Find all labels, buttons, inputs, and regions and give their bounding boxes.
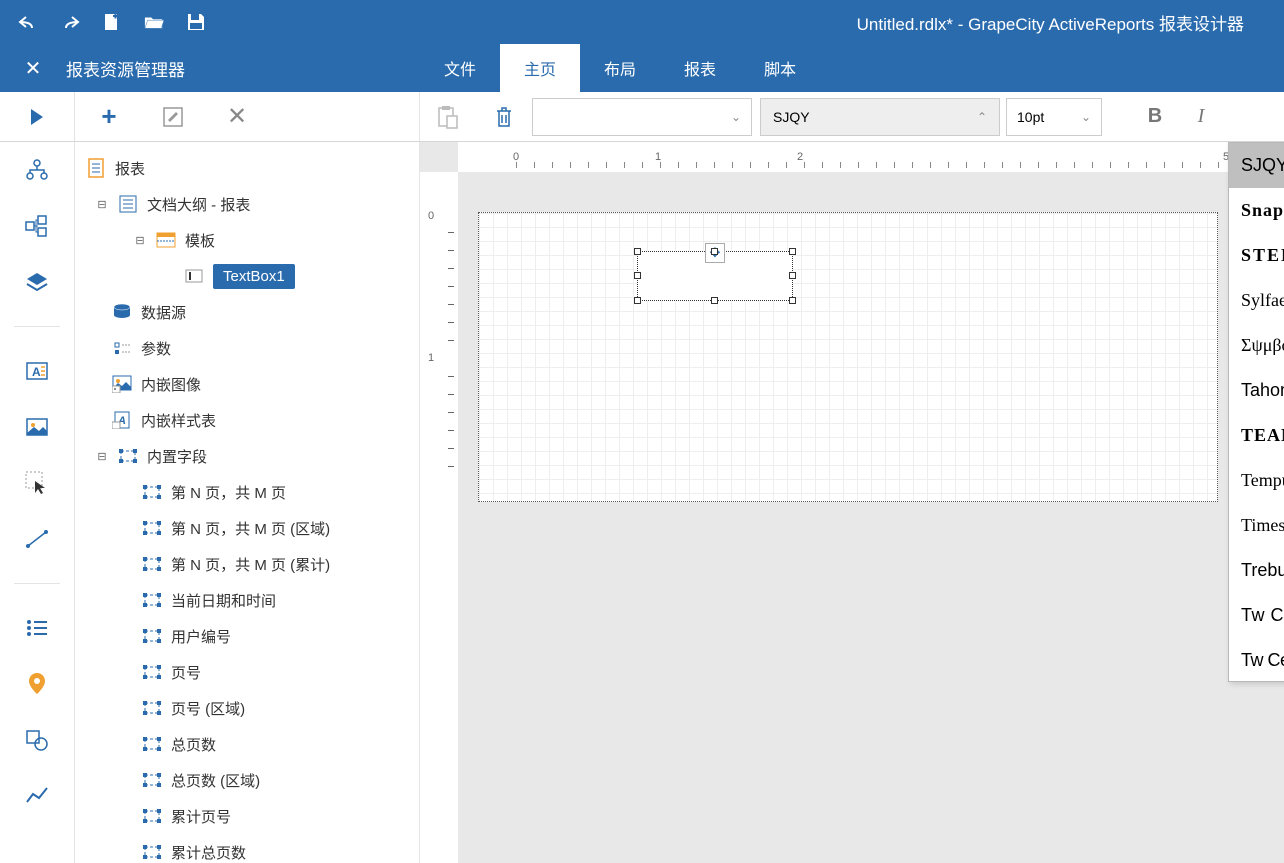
tree-builtin[interactable]: ⊟ 内置字段 bbox=[75, 438, 419, 474]
image-tool-icon[interactable] bbox=[23, 413, 51, 441]
tree-params[interactable]: 参数 bbox=[75, 330, 419, 366]
main-area: A 报表 ⊟ 文档大纲 - 报表 ⊟ 模板 TextBox1 bbox=[0, 142, 1284, 863]
resize-handle[interactable] bbox=[711, 248, 718, 255]
font-size-value: 10pt bbox=[1017, 109, 1044, 125]
resize-handle[interactable] bbox=[789, 297, 796, 304]
tree-builtin-item[interactable]: 页号 bbox=[75, 654, 419, 690]
group-icon[interactable] bbox=[23, 212, 51, 240]
preview-icon[interactable] bbox=[29, 108, 45, 126]
title-bar: Untitled.rdlx* - GrapeCity ActiveReports… bbox=[0, 0, 1284, 44]
tab-layout[interactable]: 布局 bbox=[580, 44, 660, 92]
tree-builtin-item[interactable]: 总页数 (区域) bbox=[75, 762, 419, 798]
tree-root[interactable]: 报表 bbox=[75, 150, 419, 186]
tree-builtin-item[interactable]: 页号 (区域) bbox=[75, 690, 419, 726]
trash-icon[interactable] bbox=[476, 92, 532, 141]
line-tool-icon[interactable] bbox=[23, 525, 51, 553]
redo-icon[interactable] bbox=[60, 12, 80, 32]
chevron-up-icon: ⌃ bbox=[977, 110, 987, 124]
tab-home[interactable]: 主页 bbox=[500, 44, 580, 92]
tree-builtin-item[interactable]: 第 N 页，共 M 页 bbox=[75, 474, 419, 510]
font-option[interactable]: Σψμβολ bbox=[1229, 323, 1284, 368]
tree-builtin-item[interactable]: 累计页号 bbox=[75, 798, 419, 834]
tree-textbox1[interactable]: TextBox1 bbox=[75, 258, 419, 294]
tree-builtin-item[interactable]: 当前日期和时间 bbox=[75, 582, 419, 618]
tree-builtin-item[interactable]: 第 N 页，共 M 页 (累计) bbox=[75, 546, 419, 582]
font-family-dropdown[interactable]: SJQY ⌃ bbox=[760, 98, 1000, 136]
pointer-tool-icon[interactable] bbox=[23, 469, 51, 497]
save-icon[interactable] bbox=[186, 12, 206, 32]
bold-button[interactable]: B bbox=[1132, 105, 1178, 128]
font-option[interactable]: TEAM VIEWER bbox=[1229, 413, 1284, 458]
chevron-down-icon: ⌄ bbox=[1081, 110, 1091, 124]
list-tool-icon[interactable] bbox=[23, 614, 51, 642]
app-title: Untitled.rdlx* - GrapeCity ActiveReports… bbox=[206, 10, 1284, 35]
tab-script[interactable]: 脚本 bbox=[740, 44, 820, 92]
selected-textbox[interactable]: ✥ bbox=[637, 251, 793, 301]
font-option[interactable]: Tw Cen MT Condensed bbox=[1229, 638, 1284, 682]
vertical-ruler: 0 1 bbox=[420, 172, 458, 863]
resize-handle[interactable] bbox=[634, 272, 641, 279]
add-icon[interactable]: + bbox=[97, 105, 121, 129]
tree-images[interactable]: 内嵌图像 bbox=[75, 366, 419, 402]
close-panel-icon[interactable]: ✕ bbox=[18, 56, 48, 81]
tool-iconbar: A bbox=[0, 142, 75, 863]
menu-bar: ✕ 报表资源管理器 文件 主页 布局 报表 脚本 bbox=[0, 44, 1284, 92]
hierarchy-icon[interactable] bbox=[23, 156, 51, 184]
style-dropdown[interactable]: ⌄ bbox=[532, 98, 752, 136]
map-tool-icon[interactable] bbox=[23, 670, 51, 698]
layers-icon[interactable] bbox=[23, 268, 51, 296]
italic-button[interactable]: I bbox=[1178, 105, 1224, 128]
explorer-panel-title: 报表资源管理器 bbox=[66, 56, 185, 81]
font-option[interactable]: Tw Cen MT bbox=[1229, 593, 1284, 638]
font-option[interactable]: Tempus Sans ITC bbox=[1229, 458, 1284, 503]
new-file-icon[interactable] bbox=[102, 12, 122, 32]
font-option[interactable]: SJQY bbox=[1229, 143, 1284, 188]
tree-template[interactable]: ⊟ 模板 bbox=[75, 222, 419, 258]
resize-handle[interactable] bbox=[711, 297, 718, 304]
resize-handle[interactable] bbox=[634, 248, 641, 255]
font-option[interactable]: Times New Roman bbox=[1229, 503, 1284, 548]
resize-handle[interactable] bbox=[789, 272, 796, 279]
report-page[interactable]: ✥ bbox=[478, 212, 1218, 502]
tab-report[interactable]: 报表 bbox=[660, 44, 740, 92]
tree-outline[interactable]: ⊟ 文档大纲 - 报表 bbox=[75, 186, 419, 222]
tab-file[interactable]: 文件 bbox=[420, 44, 500, 92]
tree-datasource[interactable]: 数据源 bbox=[75, 294, 419, 330]
edit-icon[interactable] bbox=[161, 105, 185, 129]
resize-handle[interactable] bbox=[789, 248, 796, 255]
tree-styles[interactable]: A 内嵌样式表 bbox=[75, 402, 419, 438]
tree-builtin-item[interactable]: 第 N 页，共 M 页 (区域) bbox=[75, 510, 419, 546]
font-size-dropdown[interactable]: 10pt ⌄ bbox=[1006, 98, 1102, 136]
font-option[interactable]: STENCIL bbox=[1229, 233, 1284, 278]
font-option[interactable]: Trebuchet MS bbox=[1229, 548, 1284, 593]
textbox-tool-icon[interactable]: A bbox=[23, 357, 51, 385]
svg-text:A: A bbox=[32, 365, 41, 379]
paste-icon[interactable] bbox=[420, 92, 476, 141]
undo-icon[interactable] bbox=[18, 12, 38, 32]
format-toolbar: + ✕ ⌄ SJQY ⌃ 10pt ⌄ B I bbox=[0, 92, 1284, 142]
tree-builtin-item[interactable]: 用户编号 bbox=[75, 618, 419, 654]
chart-tool-icon[interactable] bbox=[23, 782, 51, 810]
horizontal-ruler: 0 1 2 5 bbox=[458, 142, 1284, 172]
delete-x-icon[interactable]: ✕ bbox=[225, 105, 249, 129]
font-option[interactable]: Snap ITC bbox=[1229, 188, 1284, 233]
shape-tool-icon[interactable] bbox=[23, 726, 51, 754]
open-folder-icon[interactable] bbox=[144, 12, 164, 32]
tree-builtin-item[interactable]: 总页数 bbox=[75, 726, 419, 762]
font-option[interactable]: Tahoma bbox=[1229, 368, 1284, 413]
font-option[interactable]: Sylfaen bbox=[1229, 278, 1284, 323]
font-dropdown-list: SJQYSnap ITCSTENCILSylfaenΣψμβολTahomaTE… bbox=[1228, 142, 1284, 682]
report-explorer: 报表 ⊟ 文档大纲 - 报表 ⊟ 模板 TextBox1 数据源 参数 内嵌图像 bbox=[75, 142, 420, 863]
menu-tabs: 文件 主页 布局 报表 脚本 bbox=[420, 44, 820, 92]
tree-builtin-item[interactable]: 累计总页数 bbox=[75, 834, 419, 863]
font-name-value: SJQY bbox=[773, 109, 810, 125]
design-canvas[interactable]: 0 1 2 5 0 1 ✥ bbox=[420, 142, 1284, 863]
resize-handle[interactable] bbox=[634, 297, 641, 304]
